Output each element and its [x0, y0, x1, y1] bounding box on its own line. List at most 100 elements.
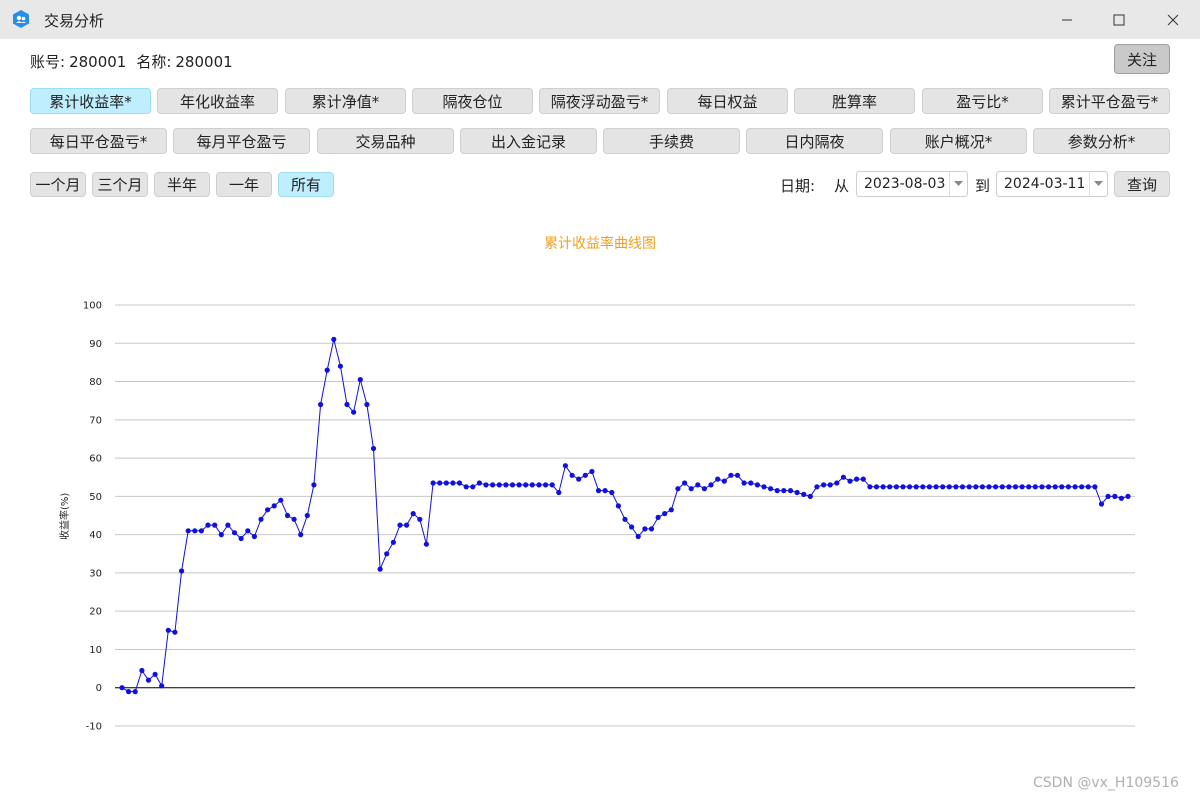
data-point[interactable]: [668, 507, 674, 513]
data-point[interactable]: [404, 522, 410, 528]
data-point[interactable]: [344, 401, 350, 408]
data-point[interactable]: [390, 539, 396, 545]
data-point[interactable]: [377, 566, 383, 572]
data-point[interactable]: [1065, 484, 1071, 490]
data-point[interactable]: [291, 516, 297, 522]
data-point[interactable]: [887, 484, 893, 490]
data-point[interactable]: [152, 671, 158, 677]
data-point[interactable]: [456, 480, 463, 486]
data-point[interactable]: [139, 667, 145, 674]
data-point[interactable]: [754, 482, 761, 488]
data-point[interactable]: [192, 528, 198, 534]
data-point[interactable]: [734, 472, 741, 478]
data-point[interactable]: [476, 480, 482, 486]
data-point[interactable]: [959, 484, 966, 490]
data-point[interactable]: [761, 484, 767, 490]
data-point[interactable]: [1046, 484, 1052, 490]
data-point[interactable]: [920, 484, 926, 490]
data-point[interactable]: [635, 533, 641, 540]
data-point[interactable]: [351, 409, 357, 415]
data-point[interactable]: [913, 484, 919, 490]
data-point[interactable]: [284, 512, 291, 519]
data-point[interactable]: [655, 514, 661, 521]
data-point[interactable]: [423, 541, 429, 547]
data-point[interactable]: [238, 535, 244, 542]
data-point[interactable]: [615, 503, 622, 509]
data-point[interactable]: [781, 488, 787, 494]
data-point[interactable]: [854, 476, 860, 482]
data-point[interactable]: [1125, 493, 1131, 499]
data-point[interactable]: [1006, 484, 1012, 490]
data-point[interactable]: [1079, 484, 1085, 490]
data-point[interactable]: [165, 627, 171, 633]
data-point[interactable]: [417, 516, 423, 522]
data-point[interactable]: [1098, 501, 1105, 507]
data-point[interactable]: [450, 480, 456, 486]
data-point[interactable]: [926, 484, 933, 490]
data-point[interactable]: [721, 478, 727, 484]
data-point[interactable]: [1032, 484, 1038, 490]
data-point[interactable]: [728, 472, 734, 478]
data-point[interactable]: [159, 683, 165, 689]
data-point[interactable]: [986, 484, 992, 490]
data-point[interactable]: [602, 488, 608, 494]
data-point[interactable]: [768, 486, 774, 492]
data-point[interactable]: [873, 484, 880, 490]
data-point[interactable]: [946, 484, 952, 490]
data-point[interactable]: [496, 482, 502, 488]
data-point[interactable]: [278, 497, 284, 503]
data-point[interactable]: [847, 478, 853, 484]
data-point[interactable]: [900, 484, 906, 490]
data-point[interactable]: [172, 629, 178, 635]
data-point[interactable]: [311, 482, 317, 488]
data-point[interactable]: [648, 526, 655, 532]
data-point[interactable]: [337, 363, 343, 369]
data-point[interactable]: [622, 516, 628, 522]
data-point[interactable]: [1012, 484, 1019, 490]
data-point[interactable]: [675, 486, 681, 492]
data-point[interactable]: [357, 377, 363, 383]
data-point[interactable]: [384, 551, 390, 557]
data-point[interactable]: [642, 526, 648, 532]
data-point[interactable]: [397, 522, 403, 528]
data-point[interactable]: [966, 484, 972, 490]
data-point[interactable]: [993, 484, 999, 490]
data-point[interactable]: [715, 476, 721, 482]
data-point[interactable]: [549, 482, 555, 488]
data-point[interactable]: [516, 482, 522, 488]
data-point[interactable]: [509, 482, 516, 488]
data-point[interactable]: [609, 489, 615, 496]
data-point[interactable]: [748, 480, 754, 486]
data-point[interactable]: [814, 484, 820, 490]
data-point[interactable]: [774, 488, 780, 494]
data-point[interactable]: [940, 484, 946, 490]
data-point[interactable]: [999, 484, 1005, 490]
data-point[interactable]: [1026, 484, 1032, 490]
data-point[interactable]: [271, 503, 277, 509]
data-point[interactable]: [821, 482, 827, 488]
data-point[interactable]: [682, 480, 688, 486]
data-point[interactable]: [1112, 493, 1118, 499]
data-point[interactable]: [695, 482, 701, 488]
data-point[interactable]: [1052, 484, 1058, 490]
data-point[interactable]: [569, 472, 575, 478]
data-point[interactable]: [953, 484, 959, 490]
data-point[interactable]: [212, 522, 218, 528]
data-point[interactable]: [443, 480, 449, 486]
data-point[interactable]: [860, 476, 866, 482]
data-point[interactable]: [688, 486, 694, 492]
data-point[interactable]: [880, 484, 886, 490]
data-point[interactable]: [1059, 484, 1065, 490]
data-point[interactable]: [595, 488, 602, 494]
data-point[interactable]: [794, 489, 800, 496]
data-point[interactable]: [298, 532, 304, 538]
data-point[interactable]: [523, 482, 529, 488]
data-point[interactable]: [629, 524, 635, 530]
data-point[interactable]: [231, 530, 238, 536]
data-point[interactable]: [126, 689, 132, 695]
data-point[interactable]: [807, 493, 813, 499]
data-point[interactable]: [258, 516, 264, 522]
data-point[interactable]: [304, 512, 310, 519]
data-point[interactable]: [1085, 484, 1091, 490]
data-point[interactable]: [834, 480, 840, 486]
